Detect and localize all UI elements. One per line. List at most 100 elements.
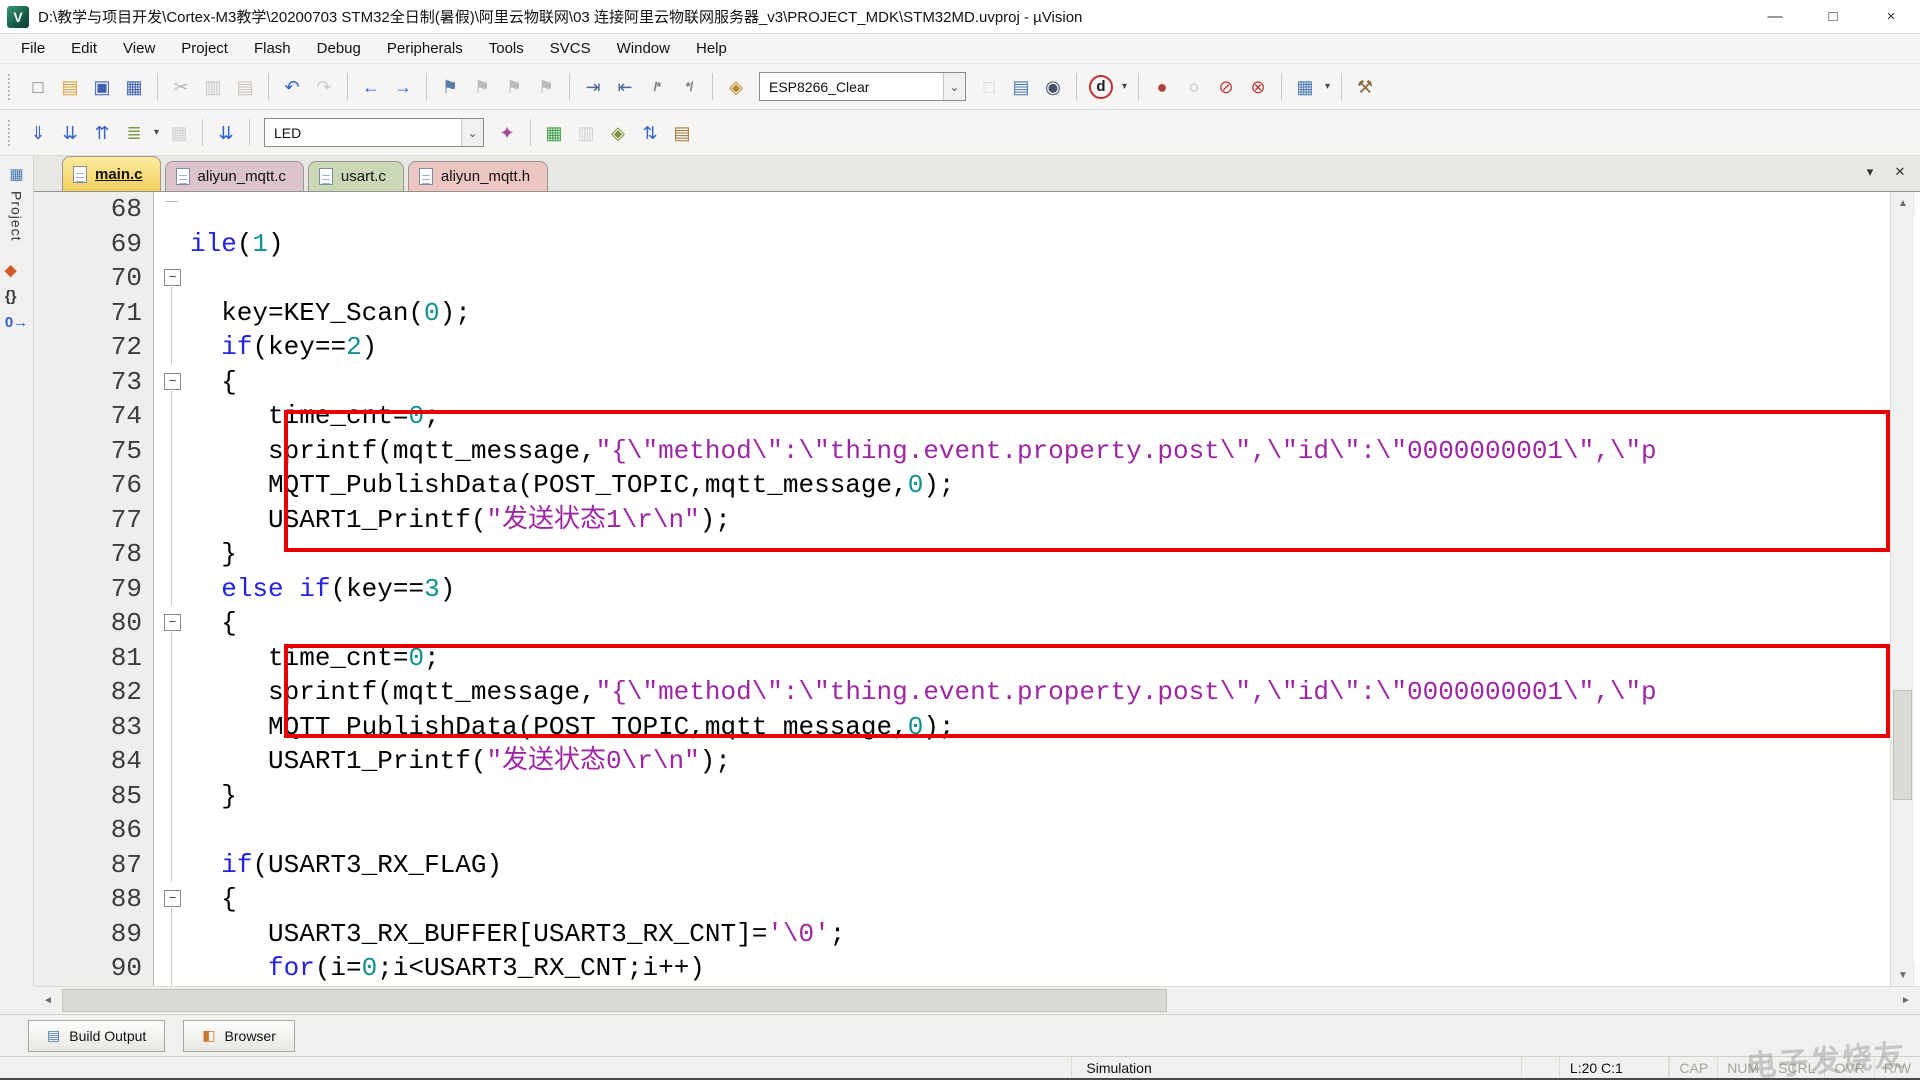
tab-aliyun_mqtt.h[interactable]: aliyun_mqtt.h [408,161,548,191]
code-text[interactable]: { [190,365,237,400]
chevron-down-icon[interactable]: ⌄ [943,73,965,100]
tab-aliyun_mqtt.c[interactable]: aliyun_mqtt.c [165,161,304,191]
redo-icon[interactable]: ↷ [311,74,337,100]
scroll-left-arrow-icon[interactable]: ◄ [36,987,60,1014]
code-text[interactable]: MQTT_PublishData(POST_TOPIC,mqtt_message… [190,710,955,745]
file-extensions-icon[interactable]: ◈ [605,120,631,146]
stop-build-icon[interactable]: ▦ [166,120,192,146]
code-text[interactable]: USART1_Printf("发送状态1\r\n"); [190,503,731,538]
scroll-right-arrow-icon[interactable]: ► [1894,987,1918,1014]
code-text[interactable]: time_cnt=0; [190,641,440,676]
scroll-down-arrow-icon[interactable]: ▼ [1891,964,1915,986]
menu-window[interactable]: Window [604,34,683,63]
code-text[interactable]: MQTT_PublishData(POST_TOPIC,mqtt_message… [190,468,955,503]
code-text[interactable]: } [190,537,237,572]
clear-bookmarks-icon[interactable]: ⚑ [533,74,559,100]
find-icon[interactable]: □ [976,74,1002,100]
menu-view[interactable]: View [110,34,168,63]
code-text[interactable]: } [190,779,237,814]
navigate-back-icon[interactable]: ← [358,74,384,100]
menu-tools[interactable]: Tools [476,34,537,63]
tab-usart.c[interactable]: usart.c [308,161,404,191]
chevron-down-icon[interactable]: ⌄ [461,119,483,146]
code-text[interactable]: sprintf(mqtt_message,"{\"method\":\"thin… [190,675,1657,710]
code-text[interactable]: USART1_Printf("发送状态0\r\n"); [190,744,731,779]
tab-close-icon[interactable]: ✕ [1890,162,1910,182]
tab-browser[interactable]: ◧Browser [183,1020,295,1052]
save-all-icon[interactable]: ▦ [121,74,147,100]
vertical-scroll-thumb[interactable] [1893,690,1912,800]
cut-icon[interactable]: ✂ [168,74,194,100]
find-in-document-icon[interactable]: ▤ [1008,74,1034,100]
toolbar-grip[interactable] [8,74,14,100]
uncomment-icon[interactable]: */ [676,74,702,100]
code-editor[interactable]: 6869ile(1)70−71 key=KEY_Scan(0);72 if(ke… [34,192,1890,986]
code-text[interactable]: sprintf(mqtt_message,"{\"method\":\"thin… [190,434,1657,469]
paste-icon[interactable]: ▤ [232,74,258,100]
open-file-icon[interactable]: ▤ [57,74,83,100]
code-text[interactable]: else if(key==3) [190,572,455,607]
code-text[interactable]: ile(1) [190,227,284,262]
build-icon[interactable]: ⇊ [57,120,83,146]
minimize-button[interactable]: — [1746,0,1804,34]
code-text[interactable]: USART3_RX_BUFFER[USART3_RX_CNT]='\0'; [190,917,845,952]
disable-all-breakpoints-icon[interactable]: ⊘ [1213,74,1239,100]
code-text[interactable]: key=KEY_Scan(0); [190,296,471,331]
navigate-forward-icon[interactable]: → [390,74,416,100]
project-strip-label[interactable]: Project [9,191,25,242]
find-combobox[interactable]: ESP8266_Clear⌄ [759,72,966,101]
books-panel-icon[interactable]: ◆ [5,261,28,279]
download-load-icon[interactable]: ⇊ [213,120,239,146]
insert-breakpoint-icon[interactable]: ● [1149,74,1175,100]
rebuild-icon[interactable]: ⇈ [89,120,115,146]
fold-box[interactable]: − [154,606,190,641]
windows-cascade-icon[interactable]: ▥ [573,120,599,146]
window-layout-icon[interactable]: ▦ [1292,74,1318,100]
next-bookmark-icon[interactable]: ⚑ [501,74,527,100]
target-options-icon[interactable]: ✦ [494,120,520,146]
toolbar-grip[interactable] [8,120,14,146]
close-button[interactable]: × [1862,0,1920,34]
save-icon[interactable]: ▣ [89,74,115,100]
kill-all-breakpoints-icon[interactable]: ⊗ [1245,74,1271,100]
code-text[interactable]: if(USART3_RX_FLAG) [190,848,502,883]
code-text[interactable]: time_cnt=0; [190,399,440,434]
tab-list-dropdown-icon[interactable]: ▾ [1860,162,1880,182]
code-text[interactable]: for(i=0;i<USART3_RX_CNT;i++) [190,951,705,986]
vertical-scrollbar[interactable]: ▲ ▼ [1890,192,1914,986]
unindent-icon[interactable]: ⇤ [612,74,638,100]
code-text[interactable]: { [190,606,237,641]
horizontal-scrollbar[interactable]: ◄ ► [34,986,1920,1014]
swap-targets-icon[interactable]: ⇅ [637,120,663,146]
code-text[interactable]: { [190,882,237,917]
new-file-icon[interactable]: □ [25,74,51,100]
menu-project[interactable]: Project [168,34,241,63]
start-stop-debug-icon[interactable]: d [1089,75,1113,99]
menu-file[interactable]: File [8,34,58,63]
manage-rte-icon[interactable]: ▦ [541,120,567,146]
tab-main.c[interactable]: main.c [62,156,161,191]
batch-build-dropdown-arrow-icon[interactable]: ▾ [150,127,163,138]
tab-build-output[interactable]: ▤Build Output [28,1020,165,1052]
insert-bookmark-icon[interactable]: ⚑ [437,74,463,100]
translate-file-icon[interactable]: ⇓ [25,120,51,146]
find-in-files-icon[interactable]: ◈ [723,74,749,100]
indent-icon[interactable]: ⇥ [580,74,606,100]
menu-debug[interactable]: Debug [304,34,374,63]
templates-panel-icon[interactable]: 0→ [5,314,28,331]
code-text[interactable]: if(key==2) [190,330,377,365]
scroll-up-arrow-icon[interactable]: ▲ [1891,192,1915,214]
maximize-button[interactable]: □ [1804,0,1862,34]
configuration-wrench-icon[interactable]: ⚒ [1352,74,1378,100]
menu-edit[interactable]: Edit [58,34,110,63]
menu-svcs[interactable]: SVCS [537,34,604,63]
project-panel-icon[interactable]: ▦ [7,165,27,183]
debug-dropdown-arrow-icon[interactable]: ▾ [1118,81,1131,92]
menu-flash[interactable]: Flash [241,34,304,63]
enable-disable-breakpoint-icon[interactable]: ○ [1181,74,1207,100]
fold-box[interactable]: − [154,365,190,400]
target-select-combobox[interactable]: LED⌄ [264,118,484,147]
fold-box[interactable]: − [154,261,190,296]
undo-icon[interactable]: ↶ [279,74,305,100]
horizontal-scroll-thumb[interactable] [62,989,1167,1012]
